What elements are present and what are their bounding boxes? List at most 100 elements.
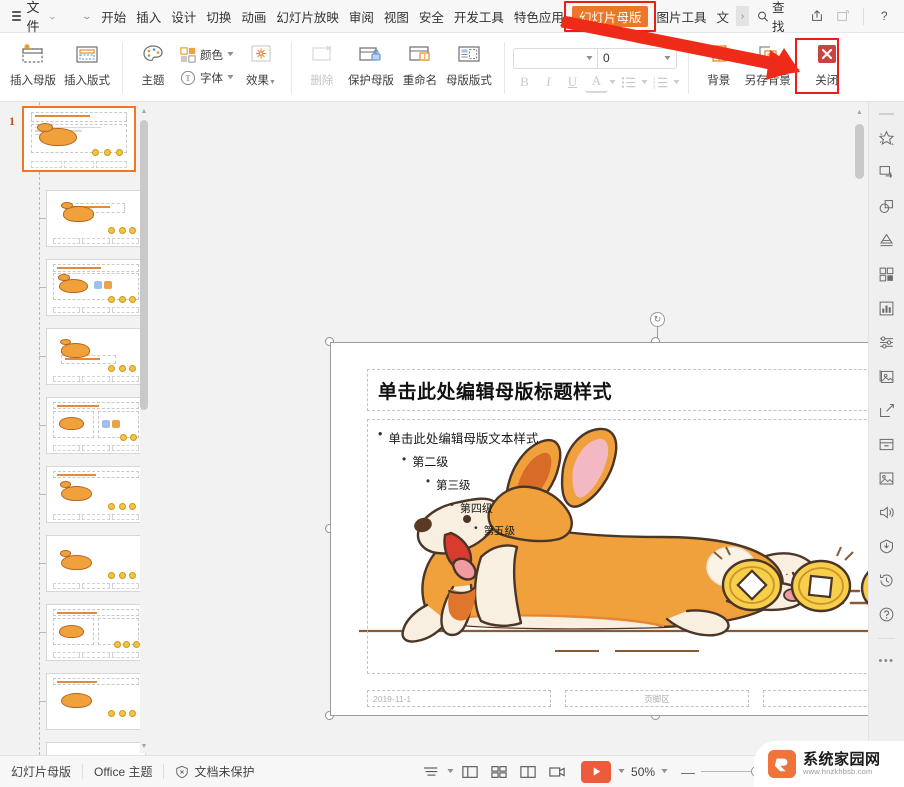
theme-button[interactable]: 主题 [131,37,175,95]
rotate-handle[interactable]: ↻ [650,312,665,327]
scroll-up-icon[interactable]: ▲ [140,106,148,116]
chevron-down-icon[interactable]: ▼ [445,768,455,775]
tab-text-partial[interactable]: 文 [711,0,734,32]
save-background-button[interactable]: 另存背景 [741,37,795,95]
underline-button[interactable]: U [561,72,584,93]
audio-icon[interactable] [873,498,901,526]
more-options-button[interactable]: ⋮ [898,3,904,29]
master-title-placeholder[interactable]: 单击此处编辑母版标题样式 [367,369,904,411]
more-dots-icon[interactable]: ••• [873,647,901,675]
chevron-down-icon[interactable]: ▼ [584,55,594,62]
slide-master-editor[interactable]: 单击此处编辑母版标题样式 • 单击此处编辑母版文本样式 • 第二级 • 第三级 [330,342,904,716]
tab-featured-apps[interactable]: 特色应用 [509,0,569,32]
thumbnail-layout-5[interactable] [46,397,146,454]
color-button[interactable]: 颜色 ▼ [175,44,239,66]
tab-animation[interactable]: 动画 [236,0,271,32]
document-protection-button[interactable]: 文档未保护 [164,763,265,780]
chevron-down-icon[interactable]: ▼ [662,55,672,62]
thumbnail-row[interactable] [0,529,154,598]
share-export-icon[interactable] [873,396,901,424]
font-size-input[interactable]: 0 ▼ [597,48,677,69]
tab-slide-master[interactable]: 幻灯片母版 [572,6,649,27]
help-button[interactable]: ? [872,3,896,29]
history-icon[interactable] [873,566,901,594]
thumbnail-row[interactable] [0,460,154,529]
archive-box-icon[interactable] [873,430,901,458]
scroll-up-icon[interactable]: ▲ [855,106,864,118]
thumbnail-row[interactable]: 1 [0,108,154,184]
share-button[interactable] [805,3,829,29]
zoom-level-label[interactable]: 50% [628,765,658,779]
file-menu-button[interactable]: 文件 ⌄ [0,0,65,32]
thumbnail-layout-8[interactable] [46,604,146,661]
insert-layout-button[interactable]: 插入版式 [60,37,114,95]
zoom-track[interactable] [701,771,753,772]
status-theme-label[interactable]: Office 主题 [83,763,163,780]
numbered-list-button[interactable]: 123 [649,72,672,93]
tab-picture-tools[interactable]: 图片工具 [651,0,711,32]
chevron-down-icon[interactable]: ▼ [639,79,649,86]
thumbnail-scrollbar[interactable]: ▲ ▼ [140,104,148,753]
shape-duplicate-icon[interactable] [873,158,901,186]
chart-icon[interactable] [873,294,901,322]
background-button[interactable]: 背景 [697,37,741,95]
zoom-slider[interactable]: — [675,764,762,780]
effect-button[interactable]: 效果▼ [239,37,283,95]
font-color-button[interactable]: A [585,72,608,93]
tab-slideshow[interactable]: 幻灯片放映 [271,0,344,32]
settings-sliders-icon[interactable] [873,328,901,356]
insert-master-button[interactable]: 插入母版 [6,37,60,95]
rename-button[interactable]: I 重命名 [398,37,442,95]
font-theme-button[interactable]: T 字体 ▼ [175,67,239,89]
tab-security[interactable]: 安全 [414,0,449,32]
tab-developer[interactable]: 开发工具 [449,0,509,32]
tab-start[interactable]: 开始 [96,0,131,32]
footer-date-placeholder[interactable]: 2019-11-1 [367,690,551,707]
chevron-down-icon[interactable]: ▼ [659,768,669,775]
help-circle-icon[interactable] [873,600,901,628]
master-body-placeholder[interactable]: • 单击此处编辑母版文本样式 • 第二级 • 第三级 • 第四级 [367,419,904,674]
master-layout-button[interactable]: 母版版式 [442,37,496,95]
slide-sorter-icon[interactable] [486,760,512,784]
shape-combine-icon[interactable] [873,192,901,220]
bold-button[interactable]: B [513,72,536,93]
chevron-down-icon[interactable]: ▼ [616,768,626,775]
canvas-scroll-thumb[interactable] [855,124,864,179]
thumbnail-row[interactable] [0,184,154,253]
picture-icon[interactable] [873,464,901,492]
slide-thumbnail-pane[interactable]: 1 [0,102,154,755]
image-frame-icon[interactable] [873,362,901,390]
ribbon-collapse-toggle[interactable]: ⌄ [72,11,101,22]
thumbnail-slide-1[interactable] [22,106,136,172]
normal-view-icon[interactable] [457,760,483,784]
thumbnail-row[interactable] [0,736,154,755]
download-shield-icon[interactable] [873,532,901,560]
tab-overflow-button[interactable]: › [736,6,749,26]
text-art-icon[interactable] [873,226,901,254]
status-view-label[interactable]: 幻灯片母版 [0,763,82,780]
thumbnail-layout-7[interactable] [46,535,146,592]
canvas-vertical-scrollbar[interactable]: ▲ ▼ [855,106,864,751]
delete-button[interactable]: 删除 [300,37,344,95]
bullet-list-button[interactable] [617,72,640,93]
reading-view-icon[interactable] [515,760,541,784]
thumbnail-scroll-thumb[interactable] [140,120,148,410]
tab-transition[interactable]: 切换 [201,0,236,32]
thumbnail-row[interactable] [0,391,154,460]
thumbnail-layout-3[interactable] [46,259,146,316]
rail-grip[interactable] [879,113,894,115]
protect-master-button[interactable]: 保护母版 [344,37,398,95]
thumbnail-row[interactable] [0,598,154,667]
presenter-view-icon[interactable] [544,760,570,784]
footer-center-placeholder[interactable]: 页脚区 [565,690,749,707]
outline-view-icon[interactable] [418,760,444,784]
thumbnail-row[interactable] [0,253,154,322]
thumbnail-layout-9[interactable] [46,673,146,730]
find-button[interactable]: 查找 [749,3,803,29]
italic-button[interactable]: I [537,72,560,93]
chevron-down-icon[interactable]: ▼ [607,79,617,86]
chevron-down-icon[interactable]: ▼ [671,79,681,86]
star-effects-icon[interactable] [873,124,901,152]
tab-view[interactable]: 视图 [379,0,414,32]
tab-insert[interactable]: 插入 [131,0,166,32]
